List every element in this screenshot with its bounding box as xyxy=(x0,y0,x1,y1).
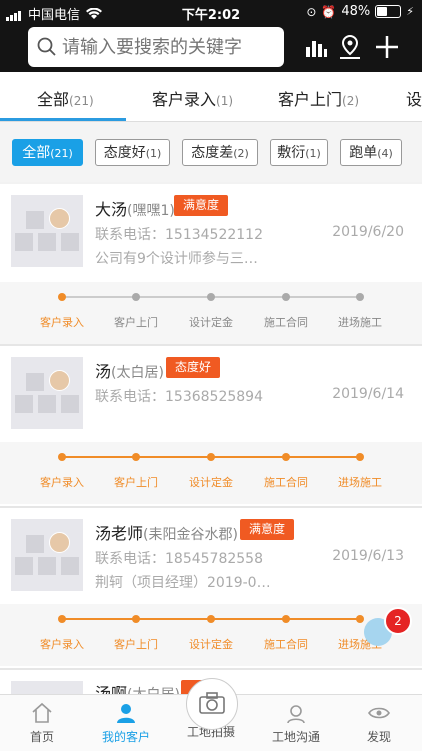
headset-icon xyxy=(287,705,305,724)
customer-date: 2019/6/20 xyxy=(332,224,404,240)
progress-step: 客户上门 xyxy=(114,476,158,489)
status-badge: 满意度 xyxy=(240,519,295,540)
progress-step: 设计定金 xyxy=(189,476,233,489)
progress-tracker: 客户录入 客户上门 设计定金 施工合同 进场施工 xyxy=(0,442,422,504)
customer-card[interactable]: 汤(太白居) 态度好 联系电话：15368525894 2019/6/14 客户… xyxy=(0,346,422,506)
progress-tracker: 客户录入 客户上门 设计定金 施工合同 进场施工 xyxy=(0,604,422,666)
customer-name: 汤老师(耒阳金谷水郡) xyxy=(95,524,238,543)
customer-name: 汤(太白居) xyxy=(95,362,164,381)
progress-step: 客户录入 xyxy=(40,316,84,329)
tab-bar: 全部(21) 客户录入(1) 客户上门(2) 设 xyxy=(0,72,422,122)
top-bar: 中国电信 下午2:02 ⊙ ⏰ 48% ⚡ xyxy=(0,0,422,72)
filter-all[interactable]: 全部(21) xyxy=(12,139,83,166)
customer-note: 公司有9个设计师参与三… xyxy=(95,251,258,267)
tab-all[interactable]: 全部(21) xyxy=(37,86,94,110)
customer-date: 2019/6/14 xyxy=(332,386,404,402)
customer-card[interactable]: 大汤(嘿嘿1) 满意度 联系电话：15134522112 2019/6/20 公… xyxy=(0,184,422,344)
search-icon xyxy=(37,37,56,56)
plus-icon[interactable] xyxy=(373,33,401,61)
person-icon xyxy=(117,704,135,723)
progress-step: 进场施工 xyxy=(338,476,382,489)
alarm-icon: ⏰ xyxy=(321,4,337,19)
avatar xyxy=(11,195,83,267)
progress-step: 设计定金 xyxy=(189,638,233,651)
nav-site-communication[interactable]: 工地沟通 xyxy=(256,701,336,745)
eye-icon xyxy=(368,707,390,719)
avatar xyxy=(11,519,83,591)
battery-percent: 48% xyxy=(341,4,371,19)
nav-discover[interactable]: 发现 xyxy=(339,701,419,745)
search-input[interactable] xyxy=(60,35,284,59)
status-badge: 满意度 xyxy=(174,195,229,216)
customer-name: 大汤(嘿嘿1) xyxy=(95,200,175,219)
battery-icon xyxy=(375,5,402,18)
camera-button[interactable] xyxy=(186,678,238,730)
customer-phone: 联系电话：18545782558 xyxy=(95,551,263,567)
customer-phone: 联系电话：15134522112 xyxy=(95,227,263,243)
tab-customer-visit[interactable]: 客户上门(2) xyxy=(278,86,359,110)
nav-home[interactable]: 首页 xyxy=(2,701,82,745)
avatar xyxy=(11,357,83,429)
status-bar: 中国电信 下午2:02 ⊙ ⏰ 48% ⚡ xyxy=(0,0,422,24)
progress-step: 客户录入 xyxy=(40,638,84,651)
progress-step: 设计定金 xyxy=(189,316,233,329)
tab-customer-entry[interactable]: 客户录入(1) xyxy=(152,86,233,110)
filter-lost-order[interactable]: 跑单(4) xyxy=(340,139,402,166)
map-pin-icon[interactable] xyxy=(336,33,364,61)
nav-my-customers[interactable]: 我的客户 xyxy=(86,701,166,745)
tab-design[interactable]: 设 xyxy=(406,86,422,110)
progress-step: 客户上门 xyxy=(114,638,158,651)
progress-step: 施工合同 xyxy=(264,476,308,489)
progress-step: 进场施工 xyxy=(338,316,382,329)
customer-date: 2019/6/13 xyxy=(332,548,404,564)
progress-step: 客户录入 xyxy=(40,476,84,489)
customer-note: 荆轲（项目经理）2019-0… xyxy=(95,575,271,591)
progress-tracker: 客户录入 客户上门 设计定金 施工合同 进场施工 xyxy=(0,282,422,344)
notification-badge: 2 xyxy=(384,607,412,635)
bar-chart-icon[interactable] xyxy=(302,33,330,61)
filter-bar: 全部(21) 态度好(1) 态度差(2) 敷衍(1) 跑单(4) xyxy=(0,122,422,182)
tab-active-indicator xyxy=(0,118,126,121)
filter-bad-attitude[interactable]: 态度差(2) xyxy=(182,139,258,166)
search-box[interactable] xyxy=(28,27,284,67)
customer-phone: 联系电话：15368525894 xyxy=(95,389,263,405)
lock-rotation-icon: ⊙ xyxy=(306,4,317,19)
charging-icon: ⚡ xyxy=(406,5,414,18)
filter-perfunctory[interactable]: 敷衍(1) xyxy=(270,139,328,166)
status-badge: 态度好 xyxy=(166,357,221,378)
progress-step: 施工合同 xyxy=(264,316,308,329)
filter-good-attitude[interactable]: 态度好(1) xyxy=(95,139,170,166)
progress-step: 施工合同 xyxy=(264,638,308,651)
progress-step: 客户上门 xyxy=(114,316,158,329)
customer-card[interactable]: 汤老师(耒阳金谷水郡) 满意度 联系电话：18545782558 2019/6/… xyxy=(0,508,422,668)
home-icon xyxy=(32,702,52,723)
camera-icon xyxy=(199,692,225,714)
